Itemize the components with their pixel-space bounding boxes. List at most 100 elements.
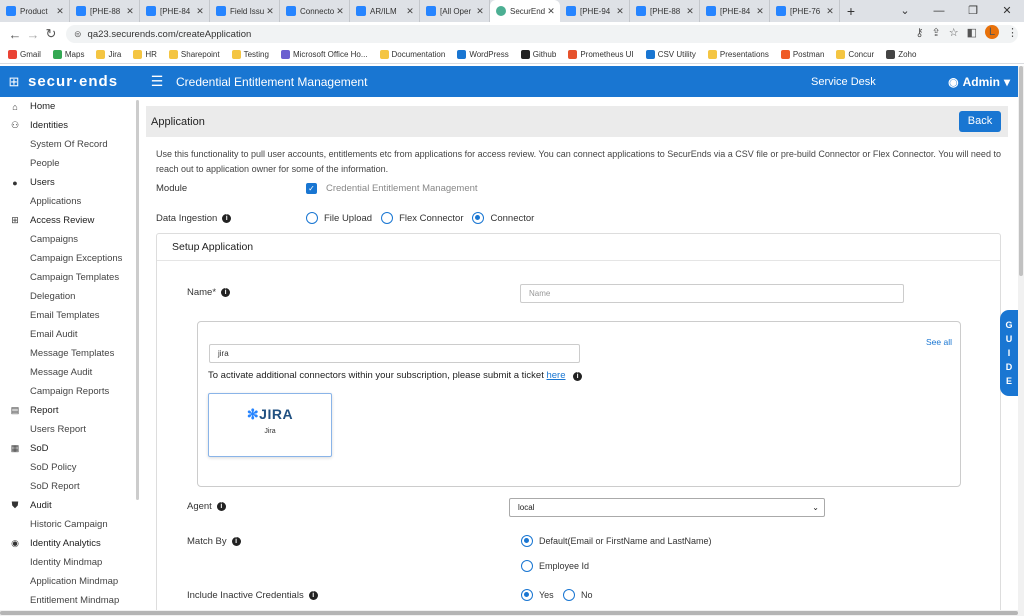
site-info-icon[interactable]: ⊜ (74, 29, 82, 40)
browser-tab[interactable]: [PHE-84 ✕ (700, 0, 770, 22)
minimize-icon[interactable]: — (922, 0, 956, 22)
sidebar-item[interactable]: ⌂ Home (0, 97, 138, 116)
inactive-no-option[interactable]: No (563, 589, 593, 601)
match-by-employee-id-option[interactable]: Employee Id (521, 560, 589, 572)
inactive-yes-option[interactable]: Yes (521, 589, 554, 601)
scroll-thumb[interactable] (0, 611, 1018, 615)
browser-tab[interactable]: [PHE-88 ✕ (70, 0, 140, 22)
service-desk-link[interactable]: Service Desk (811, 76, 876, 88)
tab-close-icon[interactable]: ✕ (685, 6, 695, 17)
browser-tab[interactable]: Connecto ✕ (280, 0, 350, 22)
key-icon[interactable]: ⚷ (915, 26, 923, 39)
forward-arrow-icon[interactable]: → (24, 27, 42, 42)
radio-yes[interactable] (521, 589, 533, 601)
sidebar-item[interactable]: SoD Report (0, 477, 138, 496)
connector-search-input[interactable]: jira (209, 344, 580, 363)
sidebar-item[interactable]: Identity Mindmap (0, 553, 138, 572)
bookmark-item[interactable]: Testing (231, 50, 269, 59)
sidebar-item[interactable]: ⛊ Audit (0, 496, 138, 515)
bookmark-item[interactable]: Sharepoint (168, 50, 220, 59)
radio-button[interactable] (381, 212, 394, 224)
radio-no[interactable] (563, 589, 575, 601)
sidebar-item[interactable]: Campaigns (0, 230, 138, 249)
radio-employee-id[interactable] (521, 560, 533, 572)
name-input[interactable]: Name (520, 284, 904, 303)
sidebar-item[interactable]: ◉ Identity Analytics (0, 534, 138, 553)
sidebar-item[interactable]: SoD Policy (0, 458, 138, 477)
restore-icon[interactable]: ❐ (956, 0, 990, 22)
sidebar-item[interactable]: Delegation (0, 287, 138, 306)
radio-default[interactable] (521, 535, 533, 547)
ingestion-option[interactable]: File Upload (306, 212, 372, 224)
bookmark-item[interactable]: HR (133, 50, 157, 59)
bookmark-item[interactable]: Github (520, 50, 556, 59)
sidebar-item[interactable]: ▦ SoD (0, 439, 138, 458)
bookmark-item[interactable]: Jira (96, 50, 121, 59)
browser-tab[interactable]: [PHE-88 ✕ (630, 0, 700, 22)
info-icon[interactable]: i (216, 502, 226, 511)
info-icon[interactable]: i (222, 213, 232, 223)
bookmark-item[interactable]: Documentation (379, 50, 445, 59)
bookmark-item[interactable]: Maps (52, 50, 84, 59)
share-icon[interactable]: ⇪ (932, 26, 941, 39)
brand-logo[interactable]: secur·ends (28, 73, 138, 90)
profile-avatar[interactable]: L (985, 25, 999, 39)
browser-tab[interactable]: [PHE-84 ✕ (140, 0, 210, 22)
sidebar-scrollbar[interactable] (136, 100, 139, 500)
sidebar-item[interactable]: Historic Campaign (0, 515, 138, 534)
sidebar-item[interactable]: Email Templates (0, 306, 138, 325)
info-icon[interactable]: i (221, 288, 231, 297)
new-tab-button[interactable]: + (840, 0, 862, 22)
sidebar-item[interactable]: ⊞ Access Review (0, 211, 138, 230)
tab-close-icon[interactable]: ✕ (335, 6, 345, 17)
info-icon[interactable]: i (308, 591, 318, 600)
module-checkbox[interactable]: ✓ (306, 183, 317, 194)
browser-tab[interactable]: Field Issu ✕ (210, 0, 280, 22)
page-vertical-scrollbar[interactable] (1018, 66, 1024, 610)
match-by-default-option[interactable]: Default(Email or FirstName and LastName) (521, 535, 712, 547)
menu-toggle-icon[interactable]: ☰ (144, 73, 170, 90)
sidebar-item[interactable]: ⚇ Identities (0, 116, 138, 135)
sidebar-item[interactable]: People (0, 154, 138, 173)
sidebar-item[interactable]: Application Mindmap (0, 572, 138, 591)
chevron-down-icon[interactable]: ⌄ (888, 0, 922, 22)
reload-icon[interactable]: ↻ (42, 26, 60, 42)
bookmark-item[interactable]: Presentations (707, 50, 769, 59)
sidebar-item[interactable]: Campaign Reports (0, 382, 138, 401)
bookmark-item[interactable]: Zoho (886, 50, 916, 59)
admin-menu[interactable]: ◉ Admin ▾ (948, 75, 1010, 89)
sidebar-item[interactable]: Users Report (0, 420, 138, 439)
apps-grid-icon[interactable]: ⊞ (0, 74, 28, 90)
tab-close-icon[interactable]: ✕ (615, 6, 625, 17)
star-icon[interactable]: ☆ (949, 26, 959, 39)
agent-select[interactable]: local ⌄ (509, 498, 825, 517)
close-icon[interactable]: ✕ (990, 0, 1024, 22)
page-horizontal-scrollbar[interactable] (0, 610, 1024, 616)
tab-close-icon[interactable]: ✕ (546, 6, 556, 17)
sidebar-item[interactable]: Entitlement Mindmap (0, 591, 138, 610)
guide-tab[interactable]: GUIDE (1000, 310, 1018, 396)
browser-tab[interactable]: Product ✕ (0, 0, 70, 22)
info-icon[interactable]: i (231, 537, 241, 546)
tab-close-icon[interactable]: ✕ (125, 6, 135, 17)
radio-button[interactable] (472, 212, 485, 224)
sidebar-item[interactable]: Applications (0, 192, 138, 211)
bookmark-item[interactable]: Postman (780, 50, 824, 59)
see-all-link[interactable]: See all (926, 337, 952, 347)
bookmark-item[interactable]: CSV Utility (645, 50, 696, 59)
bookmark-item[interactable]: WordPress (457, 50, 509, 59)
tab-close-icon[interactable]: ✕ (405, 6, 415, 17)
submit-ticket-link[interactable]: here (546, 370, 565, 381)
sidebar-item[interactable]: Email Audit (0, 325, 138, 344)
sidebar-item[interactable]: Campaign Templates (0, 268, 138, 287)
radio-button[interactable] (306, 212, 318, 224)
menu-dots-icon[interactable]: ⋮ (1007, 26, 1018, 39)
sidebar-item[interactable]: System Of Record (0, 135, 138, 154)
bookmark-item[interactable]: Gmail (8, 50, 41, 59)
tab-close-icon[interactable]: ✕ (825, 6, 835, 17)
tab-close-icon[interactable]: ✕ (265, 6, 275, 17)
sidebar-item[interactable]: ▤ Report (0, 401, 138, 420)
tab-close-icon[interactable]: ✕ (475, 6, 485, 17)
jira-connector-card[interactable]: ✻JIRA Jira (208, 393, 332, 457)
browser-tab[interactable]: SecurEnd ✕ (490, 0, 560, 22)
